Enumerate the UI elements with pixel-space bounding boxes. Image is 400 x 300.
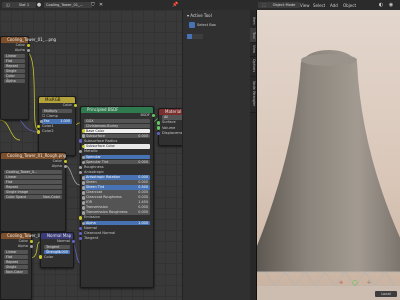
source-field[interactable]: Single Image xyxy=(4,68,25,77)
menu-object[interactable]: Object xyxy=(343,3,356,8)
bsdf-input-sheen-tint[interactable]: Sheen Tint 0.500 xyxy=(82,185,150,190)
source-field[interactable]: Single Image xyxy=(4,189,62,195)
bsdf-input-emission[interactable]: Emission xyxy=(79,215,153,220)
extension-field[interactable]: Repeat xyxy=(4,259,28,265)
menu-add[interactable]: Add xyxy=(330,3,338,8)
menu-view[interactable]: View xyxy=(300,3,310,8)
color-space-field[interactable]: Color Space xyxy=(4,73,25,82)
select-box-label: Select Box xyxy=(197,23,216,27)
bsdf-input-anisotropic[interactable]: Anisotropic xyxy=(79,170,153,175)
viewport-shading-icon[interactable]: ◐ xyxy=(378,2,384,8)
bsdf-input-clearcoat-roughness[interactable]: Clearcoat Roughness 0.030 xyxy=(82,195,150,200)
output-color: Color xyxy=(39,103,77,108)
input-color2: Color2 xyxy=(37,129,75,134)
menu-select[interactable]: Select xyxy=(313,3,325,8)
select-mode-buttons[interactable] xyxy=(187,34,203,39)
overlay-icon[interactable]: ◉ xyxy=(388,2,394,8)
bsdf-input-alpha[interactable]: Alpha 1.000 xyxy=(82,220,150,226)
bsdf-input-specular[interactable]: Specular xyxy=(82,154,150,160)
projection-field[interactable]: Flat xyxy=(4,58,25,64)
bsdf-input-metallic[interactable]: Metallic xyxy=(79,149,153,154)
projection-field[interactable]: Flat xyxy=(4,254,28,260)
local-view-button[interactable]: Local xyxy=(375,291,397,297)
interpolation-field[interactable]: Linear xyxy=(4,53,25,59)
image-texture-node-normal[interactable]: Cooling_Tower_01_Normal Color Alpha Line… xyxy=(0,232,59,300)
active-tool-heading[interactable]: ▾ Active Tool xyxy=(187,13,212,18)
principled-bsdf-node[interactable]: Principled BSDF BSDF GGX Christensen-Bur… xyxy=(79,106,155,288)
circle-icon[interactable]: ◯ xyxy=(351,280,359,286)
output-alpha: Alpha xyxy=(1,48,30,53)
color-space-field[interactable]: Non-Color xyxy=(4,269,28,275)
cooling-tower-render xyxy=(257,50,400,300)
bsdf-input-transmission[interactable]: Transmission 0.000 xyxy=(82,205,150,210)
image-datablock[interactable]: Cooling_Tower_0... xyxy=(4,169,62,175)
input-color: Color xyxy=(39,255,73,260)
bsdf-input-specular-tint[interactable]: Specular Tint 0.000 xyxy=(82,159,150,165)
output-alpha: Alpha xyxy=(1,164,67,169)
output-normal: Normal xyxy=(41,239,75,244)
blend-type-field[interactable]: Multiply xyxy=(42,108,72,114)
material-sphere-icon[interactable]: ● xyxy=(36,2,42,8)
bsdf-input-anisotropic-rotation[interactable]: Anisotropic Rotation 0.000 xyxy=(82,175,150,180)
pin-icon[interactable]: 📌 xyxy=(172,2,178,8)
fac-slider[interactable]: Fac 1.000 xyxy=(40,119,72,124)
clamp-checkbox[interactable]: ☐ Clamp xyxy=(39,114,75,119)
mixrgb-node[interactable]: MixRGB Color Multiply ☐ Clamp Fac 1.000 C… xyxy=(37,96,77,156)
alpha-field[interactable]: Alpha xyxy=(4,78,25,84)
bsdf-inputs: Base Color Subsurface 0.000 Subsurface Radi… xyxy=(79,128,153,242)
unlink-icon[interactable]: ✕ xyxy=(98,2,104,8)
fake-user-icon[interactable]: ⛉ xyxy=(90,2,96,8)
strength-slider[interactable]: Strength 1.000 xyxy=(44,249,70,255)
bsdf-input-subsurface-color[interactable]: Subsurface Color xyxy=(82,144,150,149)
mode-selector[interactable]: Object Mode xyxy=(268,2,300,8)
bsdf-input-transmission-roughness[interactable]: Transmission Roughness 0.000 xyxy=(82,210,150,215)
image-datablock-field[interactable]: Cooling_Tower_01_... xyxy=(44,2,92,8)
normal-map-node[interactable]: Normal Map Normal Tangent Space Strength… xyxy=(39,232,75,268)
bsdf-input-tangent[interactable]: Tangent xyxy=(79,236,153,241)
bsdf-input-base-color[interactable]: Base Color xyxy=(82,128,150,134)
image-texture-node-rough[interactable]: Cooling_Tower_01_Rough.png Color Alpha C… xyxy=(0,152,67,232)
bsdf-input-clearcoat[interactable]: Clearcoat 0.000 xyxy=(82,190,150,195)
output-alpha: Alpha xyxy=(1,244,33,249)
source-field[interactable]: Single Image xyxy=(4,264,28,273)
projection-field[interactable]: Flat xyxy=(4,179,62,185)
bsdf-input-sheen[interactable]: Sheen 0.000 xyxy=(82,180,150,185)
interpolation-field[interactable]: Linear xyxy=(4,174,62,180)
plus-icon[interactable]: ＋ xyxy=(365,280,373,286)
bsdf-input-subsurface[interactable]: Subsurface 0.000 xyxy=(82,133,150,139)
subsurface-method-dropdown[interactable]: Christensen-Burley xyxy=(84,123,150,129)
output-bsdf: BSDF xyxy=(81,113,155,118)
slot-selector[interactable]: Slot 1 xyxy=(12,2,36,8)
image-texture-node-top[interactable]: Cooling_Tower_01_...png Color Alpha Line… xyxy=(0,36,56,120)
space-field[interactable]: Tangent Space xyxy=(44,244,70,253)
select-box-tool-icon[interactable] xyxy=(189,22,195,28)
interpolation-field[interactable]: Linear xyxy=(4,249,28,255)
extension-field[interactable]: Repeat xyxy=(4,184,62,190)
color-space-field[interactable]: Color Space Non-Color xyxy=(4,194,62,200)
extension-field[interactable]: Repeat xyxy=(4,63,25,69)
node-editor-canvas[interactable]: Cooling_Tower_01_...png Color Alpha Line… xyxy=(0,10,190,300)
sidebar-panel: ▾ Active Tool Select Box xyxy=(182,10,251,300)
bsdf-input-subsurface-radius[interactable]: Subsurface Radius xyxy=(79,139,153,144)
distribution-dropdown[interactable]: GGX xyxy=(84,118,150,124)
bsdf-input-ior[interactable]: IOR 1.450 xyxy=(82,200,150,205)
gizmo-icon[interactable]: ✛ xyxy=(337,280,345,286)
3d-viewport[interactable]: ✛ ◯ ＋ Local xyxy=(256,10,400,300)
